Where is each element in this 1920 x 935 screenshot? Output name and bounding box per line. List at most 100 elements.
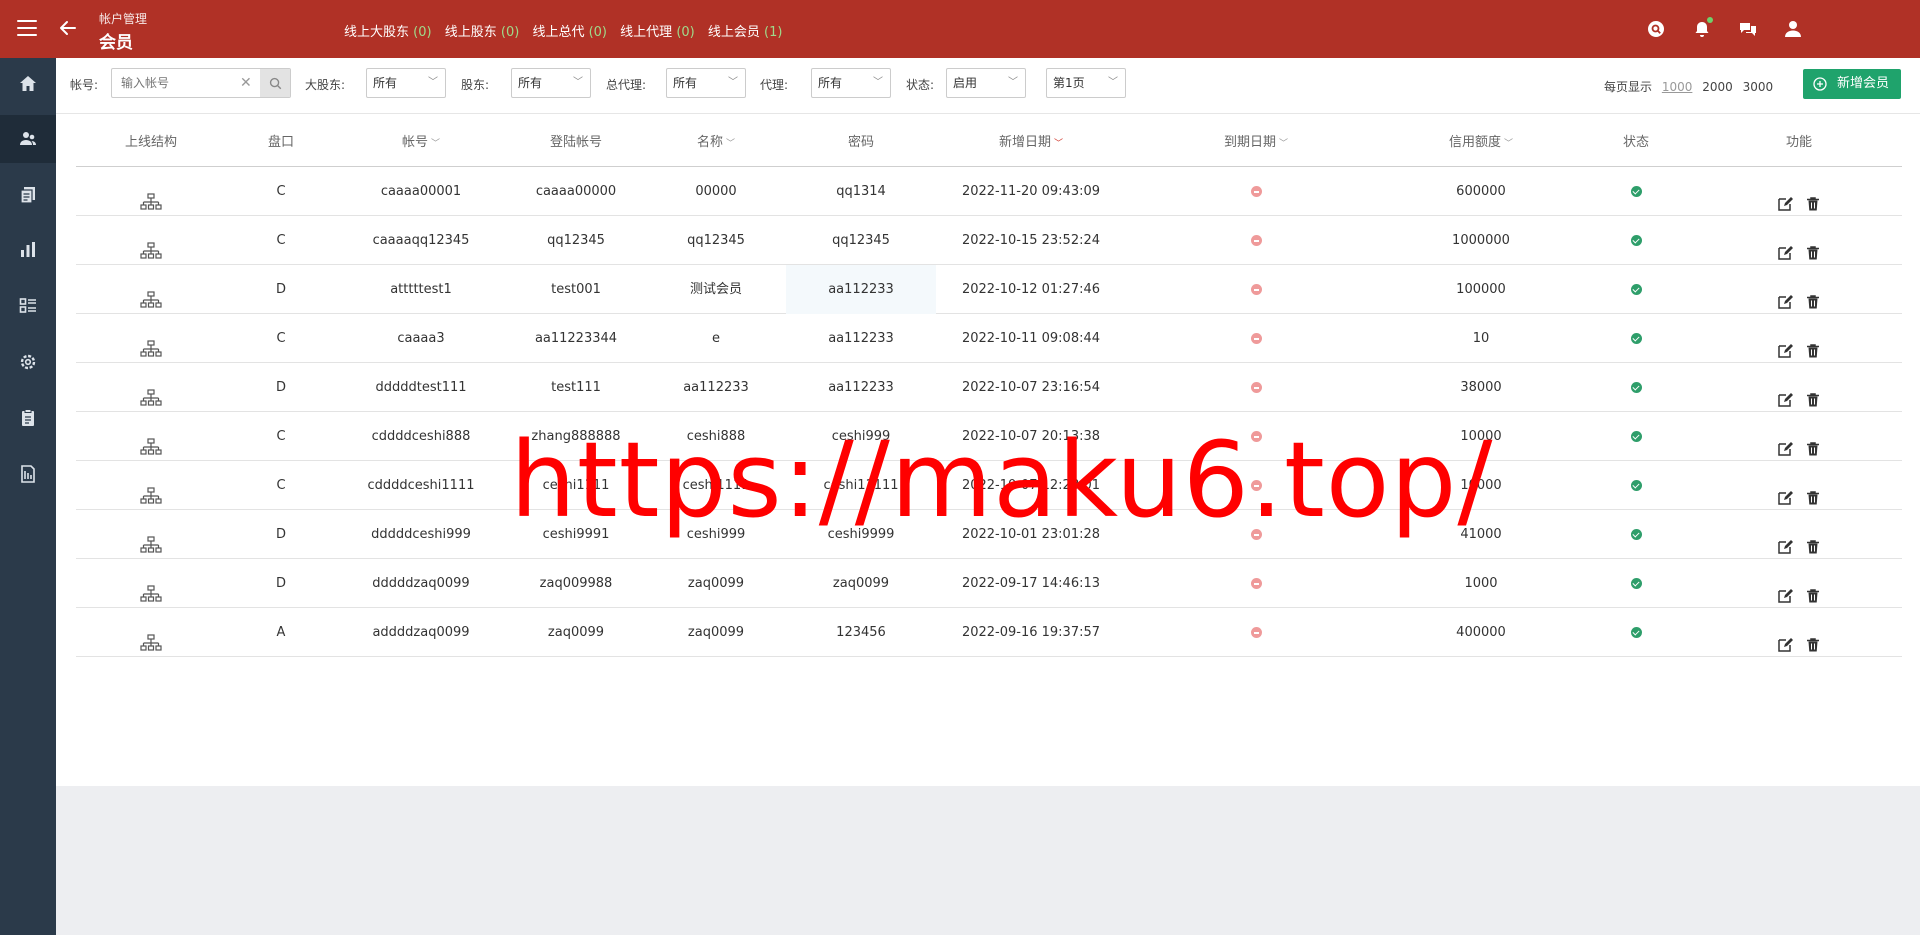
cell-upline-structure	[76, 363, 226, 412]
trash-icon[interactable]	[1805, 282, 1821, 308]
table-row: Ccddddceshi888 zhang888888 ceshi888 ceshi99…	[76, 412, 1902, 461]
account-search-input[interactable]	[112, 69, 252, 97]
status-enabled-icon[interactable]	[1630, 578, 1642, 589]
online-major-shareholders[interactable]: 线上大股东 (0)	[344, 25, 432, 40]
sidebar-item-users[interactable]	[0, 115, 56, 163]
trash-icon[interactable]	[1805, 478, 1821, 504]
main-panel: 帐号: ✕ 大股东: 所有﹀ 股东: 所有﹀ 总代理: 所有﹀ 代理: 所有﹀ …	[56, 58, 1920, 786]
menu-toggle-icon[interactable]	[17, 20, 37, 36]
cell-credit-limit: 10000	[1460, 429, 1502, 444]
sidebar-item-statistics[interactable]	[0, 226, 56, 274]
user-icon[interactable]	[1783, 19, 1803, 39]
online-agents[interactable]: 线上代理 (0)	[620, 25, 695, 40]
trash-icon[interactable]	[1805, 625, 1821, 651]
org-tree-icon[interactable]	[140, 232, 162, 259]
clear-icon[interactable]: ✕	[240, 75, 252, 91]
per-page-option[interactable]: 1000	[1662, 80, 1693, 94]
major-shareholder-label: 大股东:	[305, 78, 346, 92]
edit-icon[interactable]	[1777, 478, 1793, 505]
per-page-option[interactable]: 3000	[1743, 80, 1774, 94]
back-arrow-icon[interactable]	[58, 18, 78, 38]
shareholder-select[interactable]: 所有 ﹀	[511, 68, 591, 98]
col-actions: 功能	[1696, 118, 1902, 167]
org-tree-icon[interactable]	[140, 281, 162, 308]
edit-icon[interactable]	[1777, 576, 1793, 603]
status-enabled-icon[interactable]	[1630, 284, 1642, 295]
per-page-option[interactable]: 2000	[1702, 80, 1733, 94]
search-button[interactable]	[260, 69, 290, 97]
online-shareholders[interactable]: 线上股东 (0)	[445, 25, 520, 40]
bell-icon[interactable]	[1692, 17, 1713, 39]
org-tree-icon[interactable]	[140, 183, 162, 210]
cell-status	[1576, 314, 1696, 363]
agent-select[interactable]: 所有 ﹀	[811, 68, 891, 98]
sort-chevron-icon[interactable]: ﹀	[1054, 139, 1063, 149]
status-enabled-icon[interactable]	[1630, 186, 1642, 197]
edit-icon[interactable]	[1777, 527, 1793, 554]
trash-icon[interactable]	[1805, 184, 1821, 210]
sidebar-item-home[interactable]	[0, 60, 56, 108]
add-member-button[interactable]: 新增会员	[1803, 69, 1901, 99]
sort-chevron-icon[interactable]: ﹀	[726, 139, 735, 149]
breadcrumb: 帐户管理	[99, 12, 148, 26]
general-agent-select[interactable]: 所有 ﹀	[666, 68, 746, 98]
status-enabled-icon[interactable]	[1630, 382, 1642, 393]
sidebar-item-settings[interactable]	[0, 338, 56, 386]
online-members[interactable]: 线上会员 (1)	[708, 25, 783, 40]
edit-icon[interactable]	[1777, 184, 1793, 211]
no-expiry-icon	[1250, 431, 1262, 442]
edit-icon[interactable]	[1777, 625, 1793, 652]
trash-icon[interactable]	[1805, 527, 1821, 553]
trash-icon[interactable]	[1805, 380, 1821, 406]
status-enabled-icon[interactable]	[1630, 235, 1642, 246]
sidebar-item-list[interactable]	[0, 282, 56, 330]
online-general-agents[interactable]: 线上总代 (0)	[532, 25, 607, 40]
sort-chevron-icon[interactable]: ﹀	[1504, 139, 1513, 149]
col-plate: 盘口	[226, 118, 336, 167]
status-select[interactable]: 启用 ﹀	[946, 68, 1026, 98]
org-tree-icon[interactable]	[140, 379, 162, 406]
sort-chevron-icon[interactable]: ﹀	[1279, 139, 1288, 149]
edit-icon[interactable]	[1777, 331, 1793, 358]
org-tree-icon[interactable]	[140, 575, 162, 602]
trash-icon[interactable]	[1805, 429, 1821, 455]
org-tree-icon[interactable]	[140, 330, 162, 357]
status-enabled-icon[interactable]	[1630, 431, 1642, 442]
table-row: Ddddddzaq0099 zaq009988 zaq0099 zaq0099 2022…	[76, 559, 1902, 608]
org-tree-icon[interactable]	[140, 428, 162, 455]
cell-expiry-date	[1126, 216, 1386, 265]
sidebar-item-documents[interactable]	[0, 171, 56, 219]
org-tree-icon[interactable]	[140, 624, 162, 651]
status-enabled-icon[interactable]	[1630, 480, 1642, 491]
col-name[interactable]: 名称 ﹀	[646, 118, 786, 167]
trash-icon[interactable]	[1805, 233, 1821, 259]
sidebar-item-clipboard[interactable]	[0, 394, 56, 442]
sort-chevron-icon[interactable]: ﹀	[431, 139, 440, 149]
status-enabled-icon[interactable]	[1630, 333, 1642, 344]
edit-icon[interactable]	[1777, 282, 1793, 309]
select-value: 所有	[373, 76, 398, 90]
chat-icon[interactable]	[1738, 19, 1758, 39]
col-created-date[interactable]: 新增日期 ﹀	[936, 118, 1126, 167]
chevron-down-icon: ﹀	[1008, 77, 1018, 88]
trash-icon[interactable]	[1805, 576, 1821, 602]
sidebar-item-report[interactable]	[0, 450, 56, 498]
edit-icon[interactable]	[1777, 429, 1793, 456]
col-status: 状态	[1576, 118, 1696, 167]
cell-expiry-date	[1126, 363, 1386, 412]
edit-icon[interactable]	[1777, 233, 1793, 260]
column-label: 上线结构	[124, 135, 177, 150]
edit-icon[interactable]	[1777, 380, 1793, 407]
page-select[interactable]: 第1页 ﹀	[1046, 68, 1126, 98]
cell-name: 00000	[695, 184, 737, 199]
major-shareholder-select[interactable]: 所有 ﹀	[366, 68, 446, 98]
org-tree-icon[interactable]	[140, 477, 162, 504]
col-credit-limit[interactable]: 信用额度 ﹀	[1386, 118, 1576, 167]
search-icon[interactable]	[1646, 19, 1666, 39]
trash-icon[interactable]	[1805, 331, 1821, 357]
status-enabled-icon[interactable]	[1630, 627, 1642, 638]
col-expiry-date[interactable]: 到期日期 ﹀	[1126, 118, 1386, 167]
status-enabled-icon[interactable]	[1630, 529, 1642, 540]
org-tree-icon[interactable]	[140, 526, 162, 553]
col-account[interactable]: 帐号 ﹀	[336, 118, 506, 167]
